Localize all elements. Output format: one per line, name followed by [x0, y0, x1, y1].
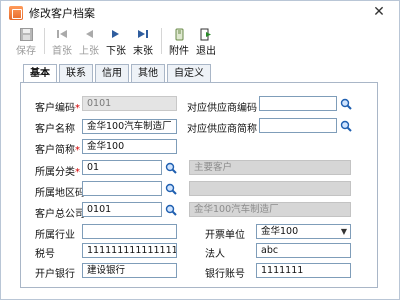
customer-name-field[interactable]: 金华100汽车制造厂 — [82, 119, 177, 134]
industry-field[interactable] — [82, 224, 177, 239]
save-label: 保存 — [16, 46, 36, 57]
billing-unit-select[interactable]: 金华100 ▼ — [256, 224, 351, 239]
save-icon — [19, 27, 33, 41]
toolbar: 保存 首张 上张 下张 末张 附件 退出 — [1, 25, 399, 59]
tab-other[interactable]: 其他 — [131, 64, 165, 82]
customer-code-label: 客户编码* — [35, 103, 80, 114]
paperclip-icon — [172, 27, 186, 41]
legal-person-field[interactable]: abc — [256, 243, 351, 258]
category-name-display: 主要客户 — [189, 160, 351, 175]
window-title: 修改客户档案 — [29, 7, 95, 20]
exit-button[interactable]: 退出 — [195, 25, 217, 57]
last-record-button[interactable]: 末张 — [132, 25, 154, 57]
category-search-icon[interactable] — [164, 160, 178, 175]
exit-label: 退出 — [196, 46, 216, 57]
region-name-display — [189, 181, 351, 196]
supplier-code-search-icon[interactable] — [339, 96, 353, 111]
tab-credit[interactable]: 信用 — [95, 64, 129, 82]
title-bar: 修改客户档案 ✕ — [1, 1, 399, 25]
category-field[interactable]: 01 — [82, 160, 162, 175]
tab-bar: 基本 联系 信用 其他 自定义 — [23, 64, 213, 83]
next-label: 下张 — [106, 46, 126, 57]
region-field[interactable] — [82, 181, 162, 196]
customer-name-label: 客户名称 — [35, 124, 75, 135]
customer-short-field[interactable]: 金华100 — [82, 139, 177, 154]
first-record-button[interactable]: 首张 — [51, 25, 73, 57]
supplier-short-search-icon[interactable] — [339, 118, 353, 133]
bank-field[interactable]: 建设银行 — [82, 263, 177, 278]
bank-account-field[interactable]: 1111111 — [256, 263, 351, 278]
prev-record-button[interactable]: 上张 — [78, 25, 100, 57]
region-search-icon[interactable] — [164, 181, 178, 196]
customer-short-label: 客户简称* — [35, 145, 80, 156]
parent-company-field[interactable]: 0101 — [82, 202, 162, 217]
parent-search-icon[interactable] — [164, 202, 178, 217]
first-icon — [55, 27, 69, 41]
bank-label: 开户银行 — [35, 269, 75, 280]
customer-archive-window: 修改客户档案 ✕ 保存 首张 上张 下张 末张 附件 退出 基本 联系 信用 其… — [0, 0, 400, 300]
app-icon — [9, 6, 23, 20]
parent-name-display: 金华100汽车制造厂 — [189, 202, 351, 217]
chevron-down-icon: ▼ — [340, 227, 347, 236]
tab-contact[interactable]: 联系 — [59, 64, 93, 82]
attachment-button[interactable]: 附件 — [168, 25, 190, 57]
supplier-short-field[interactable] — [259, 118, 337, 133]
last-label: 末张 — [133, 46, 153, 57]
region-label: 所属地区码 — [35, 188, 85, 199]
tax-number-field[interactable]: 1111111111111111 — [82, 243, 177, 258]
supplier-code-label: 对应供应商编码 — [187, 103, 257, 114]
industry-label: 所属行业 — [35, 230, 75, 241]
save-button[interactable]: 保存 — [15, 25, 37, 57]
category-label: 所属分类* — [35, 167, 80, 178]
tab-custom[interactable]: 自定义 — [167, 64, 211, 82]
prev-icon — [82, 27, 96, 41]
billing-unit-value: 金华100 — [261, 226, 299, 237]
first-label: 首张 — [52, 46, 72, 57]
prev-label: 上张 — [79, 46, 99, 57]
tax-number-label: 税号 — [35, 249, 55, 260]
legal-person-label: 法人 — [205, 249, 225, 260]
customer-code-field[interactable]: 0101 — [82, 96, 177, 111]
billing-unit-label: 开票单位 — [205, 230, 245, 241]
toolbar-separator — [44, 28, 45, 54]
parent-company-label: 客户总公司 — [35, 209, 85, 220]
bank-account-label: 银行账号 — [205, 269, 245, 280]
supplier-code-field[interactable] — [259, 96, 337, 111]
exit-icon — [199, 27, 213, 41]
attachment-label: 附件 — [169, 46, 189, 57]
next-record-button[interactable]: 下张 — [105, 25, 127, 57]
tab-basic[interactable]: 基本 — [23, 64, 57, 83]
last-icon — [136, 27, 150, 41]
next-icon — [109, 27, 123, 41]
close-button[interactable]: ✕ — [371, 4, 387, 20]
toolbar-separator — [161, 28, 162, 54]
basic-info-panel: 客户编码* 0101 客户名称 金华100汽车制造厂 客户简称* 金华100 所… — [20, 82, 378, 288]
supplier-short-label: 对应供应商简称 — [187, 124, 257, 135]
